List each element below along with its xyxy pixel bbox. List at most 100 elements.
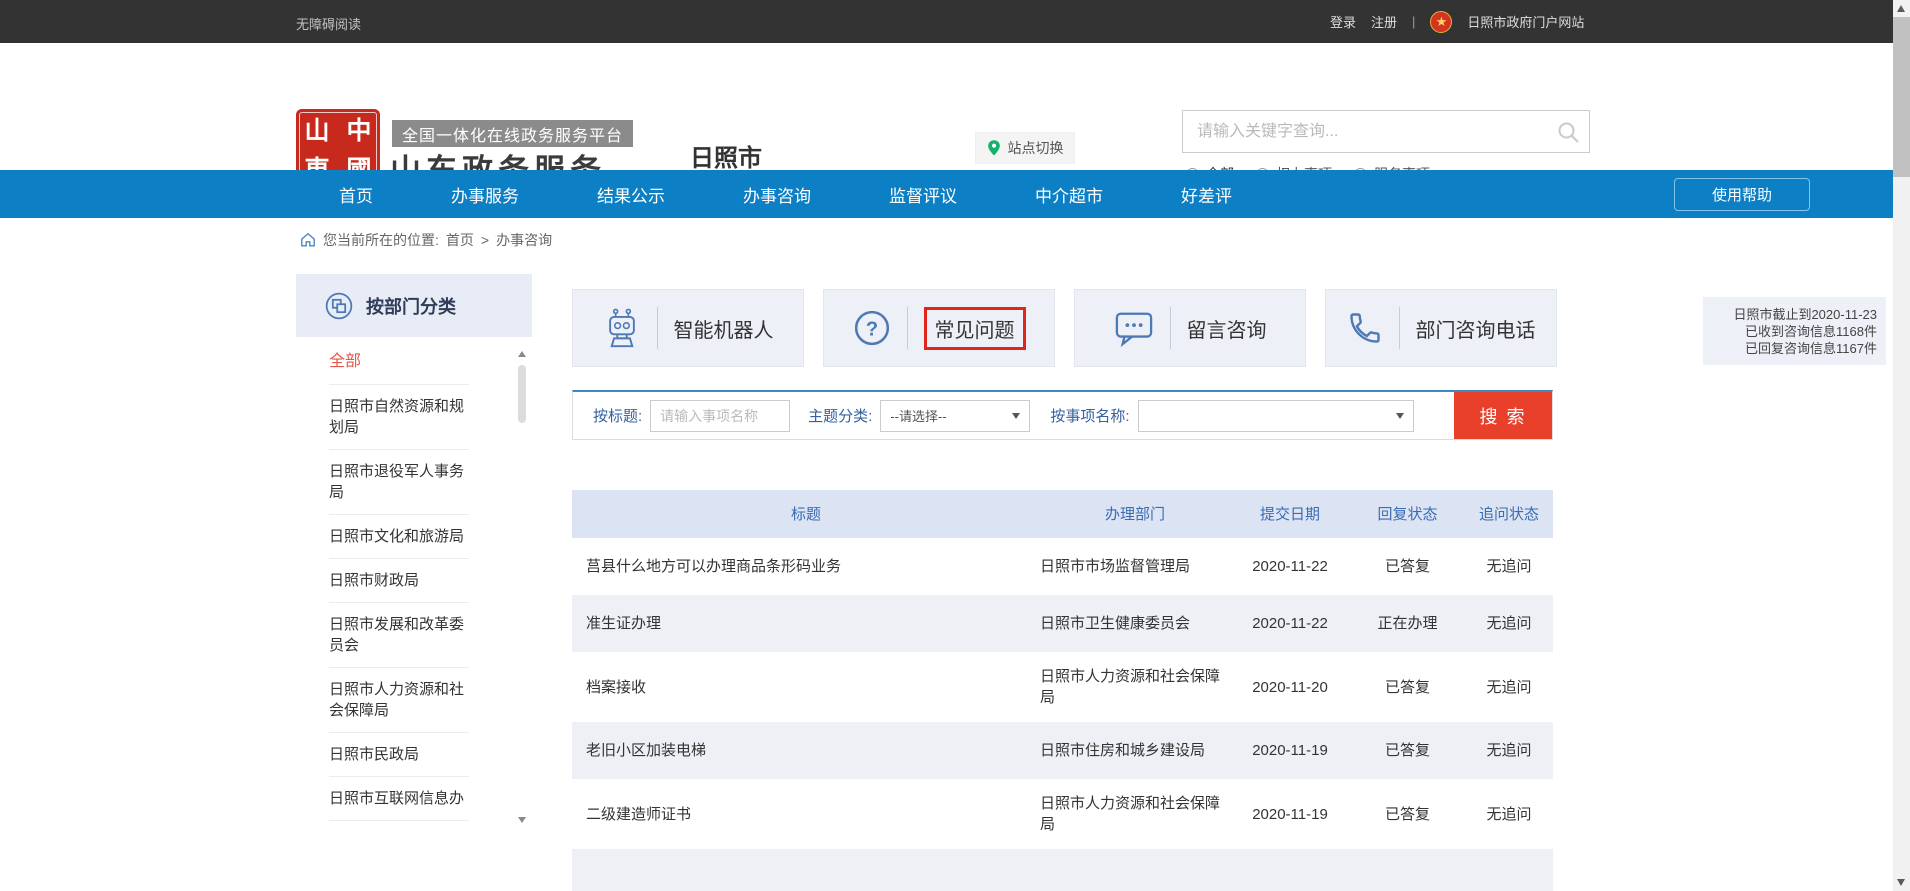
platform-banner: 全国一体化在线政务服务平台: [392, 120, 633, 147]
consult-channel-tabs: 智能机器人 ? 常见问题 留言咨询 部门咨询电话: [572, 289, 1557, 367]
tab-divider: [1170, 307, 1171, 349]
table-row[interactable]: 准生证办理 日照市卫生健康委员会 2020-11-22 正在办理 无追问: [572, 595, 1553, 652]
tab-leave-message[interactable]: 留言咨询: [1074, 289, 1306, 367]
main-navbar: 首页 办事服务 结果公示 办事咨询 监督评议 中介超市 好差评 使用帮助: [0, 170, 1910, 218]
nav-item-services[interactable]: 办事服务: [451, 182, 519, 207]
question-icon: ?: [853, 309, 891, 347]
location-pin-icon: [987, 139, 1001, 157]
home-icon: [300, 232, 316, 248]
page-scrollbar[interactable]: [1893, 0, 1910, 891]
category-select-value: --请选择--: [890, 406, 946, 425]
sidebar-item-development-reform[interactable]: 日照市发展和改革委员会: [329, 603, 469, 668]
nav-item-consult[interactable]: 办事咨询: [743, 182, 811, 207]
breadcrumb-prefix: 您当前所在的位置:: [323, 230, 439, 250]
seal-char: 中: [346, 111, 371, 147]
national-emblem-icon: ★: [1430, 11, 1452, 33]
sidebar-scroll-thumb[interactable]: [518, 365, 526, 423]
row-follow-status: 无追问: [1465, 740, 1553, 761]
table-row-partial[interactable]: [572, 849, 1553, 891]
portal-link[interactable]: 日照市政府门户网站: [1467, 12, 1584, 31]
stats-received: 已收到咨询信息1168件: [1709, 323, 1877, 340]
header-follow-status: 追问状态: [1465, 504, 1553, 525]
table-header-row: 标题 办理部门 提交日期 回复状态 追问状态: [572, 490, 1553, 538]
chevron-down-icon: [1396, 413, 1404, 419]
row-department: 日照市卫生健康委员会: [1040, 613, 1230, 634]
row-follow-status: 无追问: [1465, 677, 1553, 698]
header-reply-status: 回复状态: [1350, 504, 1465, 525]
row-department: 日照市人力资源和社会保障局: [1040, 793, 1230, 835]
scroll-up-icon[interactable]: [518, 351, 526, 357]
row-date: 2020-11-19: [1230, 740, 1350, 761]
accessibility-link[interactable]: 无障碍阅读: [296, 14, 361, 33]
department-list: 全部 日照市自然资源和规划局 日照市退役军人事务局 日照市文化和旅游局 日照市财…: [296, 337, 532, 821]
table-row[interactable]: 莒县什么地方可以办理商品条形码业务 日照市市场监督管理局 2020-11-22 …: [572, 538, 1553, 595]
city-name: 日照市: [690, 138, 762, 173]
help-button[interactable]: 使用帮助: [1674, 178, 1810, 211]
nav-item-intermediary[interactable]: 中介超市: [1035, 182, 1103, 207]
sidebar-header: 按部门分类: [296, 274, 532, 337]
nav-item-rating[interactable]: 好差评: [1181, 182, 1232, 207]
table-row[interactable]: 老旧小区加装电梯 日照市住房和城乡建设局 2020-11-19 已答复 无追问: [572, 722, 1553, 779]
sidebar-item-human-resources[interactable]: 日照市人力资源和社会保障局: [329, 668, 469, 733]
row-follow-status: 无追问: [1465, 613, 1553, 634]
department-sidebar: 按部门分类 全部 日照市自然资源和规划局 日照市退役军人事务局 日照市文化和旅游…: [296, 274, 532, 891]
row-title: 莒县什么地方可以办理商品条形码业务: [572, 556, 1040, 577]
message-icon: [1114, 309, 1154, 347]
sidebar-scrollbar[interactable]: [516, 351, 528, 823]
tab-phone-consult[interactable]: 部门咨询电话: [1325, 289, 1557, 367]
row-date: 2020-11-22: [1230, 556, 1350, 577]
tab-label-phone-consult: 部门咨询电话: [1416, 314, 1536, 343]
title-filter-label: 按标题:: [593, 405, 642, 426]
topbar-divider: |: [1412, 14, 1415, 29]
scrollbar-down-icon[interactable]: [1897, 879, 1905, 886]
scroll-down-icon[interactable]: [518, 817, 526, 823]
sidebar-item-all[interactable]: 全部: [329, 337, 469, 385]
sidebar-item-finance[interactable]: 日照市财政局: [329, 559, 469, 603]
row-follow-status: 无追问: [1465, 804, 1553, 825]
breadcrumb-home-link[interactable]: 首页: [446, 230, 474, 250]
row-date: 2020-11-22: [1230, 613, 1350, 634]
search-input[interactable]: [1183, 111, 1589, 152]
breadcrumb: 您当前所在的位置: 首页 > 办事咨询: [300, 230, 552, 250]
svg-text:?: ?: [865, 318, 877, 340]
login-link[interactable]: 登录: [1330, 12, 1356, 31]
scrollbar-up-icon[interactable]: [1897, 5, 1905, 12]
nav-item-results[interactable]: 结果公示: [597, 182, 665, 207]
table-row[interactable]: 二级建造师证书 日照市人力资源和社会保障局 2020-11-19 已答复 无追问: [572, 779, 1553, 849]
sidebar-item-internet-info[interactable]: 日照市互联网信息办: [329, 777, 469, 821]
stats-replied: 已回复咨询信息1167件: [1709, 340, 1877, 357]
row-reply-status: 已答复: [1350, 677, 1465, 698]
breadcrumb-separator: >: [481, 232, 489, 248]
header-title: 标题: [572, 504, 1040, 525]
row-date: 2020-11-20: [1230, 677, 1350, 698]
site-switch-button[interactable]: 站点切换: [975, 132, 1075, 164]
table-row[interactable]: 档案接收 日照市人力资源和社会保障局 2020-11-20 已答复 无追问: [572, 652, 1553, 722]
nav-item-home[interactable]: 首页: [339, 182, 373, 207]
scrollbar-thumb[interactable]: [1893, 17, 1910, 177]
register-link[interactable]: 注册: [1371, 12, 1397, 31]
tab-smart-robot[interactable]: 智能机器人: [572, 289, 804, 367]
tab-divider: [907, 307, 908, 349]
category-select[interactable]: --请选择--: [880, 400, 1030, 432]
row-date: 2020-11-19: [1230, 804, 1350, 825]
header-department: 办理部门: [1040, 504, 1230, 525]
item-select[interactable]: [1138, 400, 1414, 432]
tab-label-smart-robot: 智能机器人: [674, 314, 774, 343]
phone-icon: [1347, 310, 1383, 346]
nav-items: 首页 办事服务 结果公示 办事咨询 监督评议 中介超市 好差评: [339, 170, 1232, 218]
row-department: 日照市市场监督管理局: [1040, 556, 1230, 577]
tab-faq[interactable]: ? 常见问题: [823, 289, 1055, 367]
nav-item-supervision[interactable]: 监督评议: [889, 182, 957, 207]
title-filter-input[interactable]: [650, 400, 790, 432]
row-follow-status: 无追问: [1465, 556, 1553, 577]
sidebar-title: 按部门分类: [366, 293, 456, 319]
site-header: 山 中 東 國 全国一体化在线政务服务平台 山东政务服务 日照市 站点切换 全部…: [0, 43, 1910, 170]
consult-table: 标题 办理部门 提交日期 回复状态 追问状态 莒县什么地方可以办理商品条形码业务…: [572, 490, 1553, 891]
top-utility-bar: 无障碍阅读 登录 注册 | ★ 日照市政府门户网站: [0, 0, 1910, 43]
search-icon[interactable]: [1556, 120, 1581, 145]
sidebar-item-civil-affairs[interactable]: 日照市民政局: [329, 733, 469, 777]
sidebar-item-culture-tourism[interactable]: 日照市文化和旅游局: [329, 515, 469, 559]
filter-search-button[interactable]: 搜 索: [1454, 392, 1552, 439]
sidebar-item-natural-resources[interactable]: 日照市自然资源和规划局: [329, 385, 469, 450]
sidebar-item-veterans[interactable]: 日照市退役军人事务局: [329, 450, 469, 515]
